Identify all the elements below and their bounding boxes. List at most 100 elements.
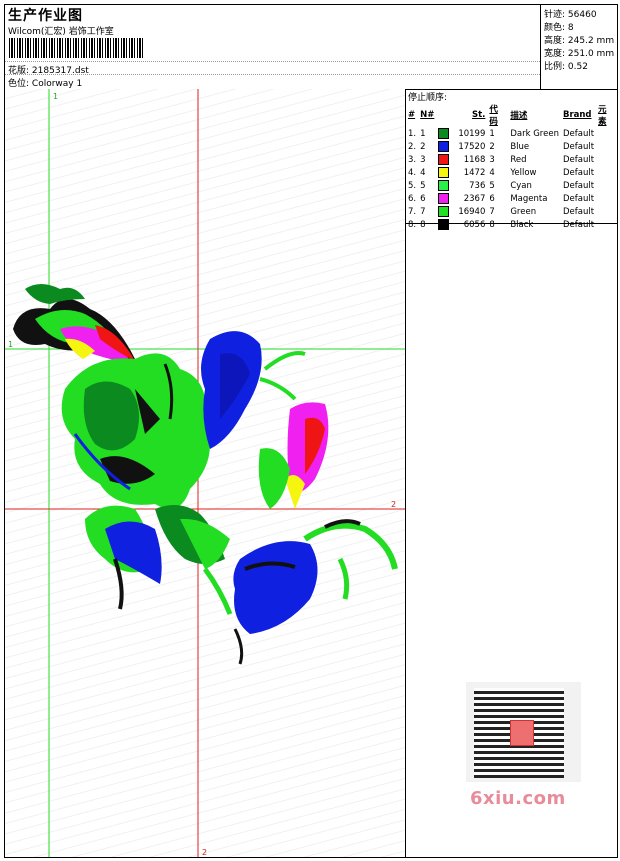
column-header: Brand — [562, 110, 592, 120]
embroidery-preview: 1 1 2 2 — [5, 89, 405, 857]
stat-width: 宽度: 251.0 mm — [544, 46, 614, 59]
table-row[interactable]: 1. 1 10199 1 Dark Green Default — [406, 127, 617, 140]
color-code: 2 — [489, 141, 495, 152]
swatch: 2367 — [436, 192, 487, 205]
color-swatch-icon — [438, 141, 450, 152]
divider — [5, 74, 540, 75]
needle-number: 5 — [420, 180, 426, 191]
needle-number: 6 — [420, 193, 426, 204]
colorway-label: 色位: — [8, 79, 30, 89]
watermark-text: 6xiu.com — [470, 788, 566, 809]
color-swatch-icon — [438, 193, 450, 204]
table-row[interactable]: 2. 2 17520 2 Blue Default — [406, 140, 617, 153]
table-row[interactable]: 8. 8 6056 8 Black Default — [406, 218, 617, 231]
sheet-subtitle: Wilcom(汇宏) 岩饰工作室 — [8, 27, 114, 37]
swatch: 1168 — [436, 153, 487, 166]
stat-value: 8 — [567, 23, 574, 33]
color-description: Green — [510, 206, 537, 217]
color-description: Dark Green — [510, 128, 559, 139]
brand: Default — [562, 167, 595, 178]
embroidery-artwork — [13, 284, 398, 665]
brand: Default — [562, 128, 595, 139]
stop-sequence-title: 停止顺序: — [408, 93, 448, 103]
brand: Default — [562, 180, 595, 191]
needle-number: 3 — [420, 154, 426, 165]
color-code: 4 — [489, 167, 495, 178]
stat-label: 颜色: — [544, 23, 566, 33]
stat-value: 0.52 — [567, 62, 588, 72]
needle-number: 8 — [420, 219, 426, 230]
needle-number: 4 — [420, 167, 426, 178]
column-header: 元素 — [598, 105, 607, 127]
guide-label-v1: 1 — [53, 92, 58, 101]
barcode — [9, 38, 143, 58]
column-header: N# — [420, 110, 435, 120]
stat-value: 56460 — [567, 10, 597, 20]
color-code: 1 — [489, 128, 495, 139]
stat-height: 高度: 245.2 mm — [544, 33, 614, 46]
needle-number: 7 — [420, 206, 426, 217]
needle-number: 2 — [420, 141, 426, 152]
table-row[interactable]: 5. 5 736 5 Cyan Default — [406, 179, 617, 192]
stat-scale: 比例: 0.52 — [544, 59, 588, 72]
column-header: St. — [471, 110, 486, 120]
stat-value: 251.0 mm — [567, 49, 615, 59]
brand: Default — [562, 219, 595, 230]
stitch-count: 17520 — [458, 142, 486, 152]
stat-colors: 颜色: 8 — [544, 20, 574, 33]
stat-label: 宽度: — [544, 49, 566, 59]
row-number: 5. — [408, 180, 417, 191]
swatch: 1472 — [436, 166, 487, 179]
design-stats: 针迹: 56460 颜色: 8 高度: 245.2 mm 宽度: 251.0 m… — [540, 5, 618, 89]
swatch: 17520 — [436, 140, 487, 153]
row-number: 4. — [408, 167, 417, 178]
column-header: 描述 — [510, 111, 528, 121]
table-row[interactable]: 7. 7 16940 7 Green Default — [406, 205, 617, 218]
divider — [5, 61, 540, 62]
qr-code — [466, 682, 581, 782]
color-swatch-icon — [438, 154, 450, 165]
brand: Default — [562, 206, 595, 217]
guide-label-v2: 2 — [202, 848, 207, 857]
stat-stitches: 针迹: 56460 — [544, 7, 597, 20]
sheet-title: 生产作业图 — [8, 8, 83, 24]
design-canvas[interactable]: 1 1 2 2 — [5, 89, 406, 857]
stitch-count: 1472 — [463, 168, 486, 178]
color-code: 3 — [489, 154, 495, 165]
table-row[interactable]: 3. 3 1168 3 Red Default — [406, 153, 617, 166]
row-number: 7. — [408, 206, 417, 217]
row-number: 2. — [408, 141, 417, 152]
stitch-count: 1168 — [463, 155, 486, 165]
seal-stamp — [510, 720, 534, 746]
swatch: 736 — [436, 179, 487, 192]
guide-label-h2: 2 — [391, 500, 396, 509]
swatch: 10199 — [436, 127, 487, 140]
row-number: 6. — [408, 193, 417, 204]
sheet-header: 生产作业图 Wilcom(汇宏) 岩饰工作室 花版: 2185317.dst 色… — [5, 5, 617, 90]
row-number: 8. — [408, 219, 417, 230]
color-description: Cyan — [510, 180, 532, 191]
row-number: 3. — [408, 154, 417, 165]
column-header: # — [408, 110, 416, 120]
stop-sequence-section: 停止顺序: # N# St. 代码 描述 Brand 元素 1. 1 10199 1 D… — [406, 89, 617, 230]
stitch-count: 16940 — [458, 207, 486, 217]
color-description: Magenta — [510, 193, 548, 204]
colorway: 色位: Colorway 1 — [8, 76, 82, 89]
color-swatch-icon — [438, 180, 450, 191]
color-swatch-icon — [438, 167, 450, 178]
color-swatch-icon — [438, 128, 450, 139]
stitch-count: 736 — [469, 181, 486, 191]
header-info: 生产作业图 Wilcom(汇宏) 岩饰工作室 花版: 2185317.dst 色… — [5, 5, 540, 89]
table-row[interactable]: 6. 6 2367 6 Magenta Default — [406, 192, 617, 205]
color-swatch-icon — [438, 206, 450, 217]
color-description: Red — [510, 154, 527, 165]
table-row[interactable]: 4. 4 1472 4 Yellow Default — [406, 166, 617, 179]
guide-label-h1: 1 — [8, 340, 13, 349]
swatch: 6056 — [436, 218, 487, 231]
stat-value: 245.2 mm — [567, 36, 615, 46]
color-table: # N# St. 代码 描述 Brand 元素 1. 1 10199 1 Dark Gr… — [406, 103, 617, 231]
color-code: 8 — [489, 219, 495, 230]
brand: Default — [562, 154, 595, 165]
color-code: 6 — [489, 193, 495, 204]
color-code: 7 — [489, 206, 495, 217]
